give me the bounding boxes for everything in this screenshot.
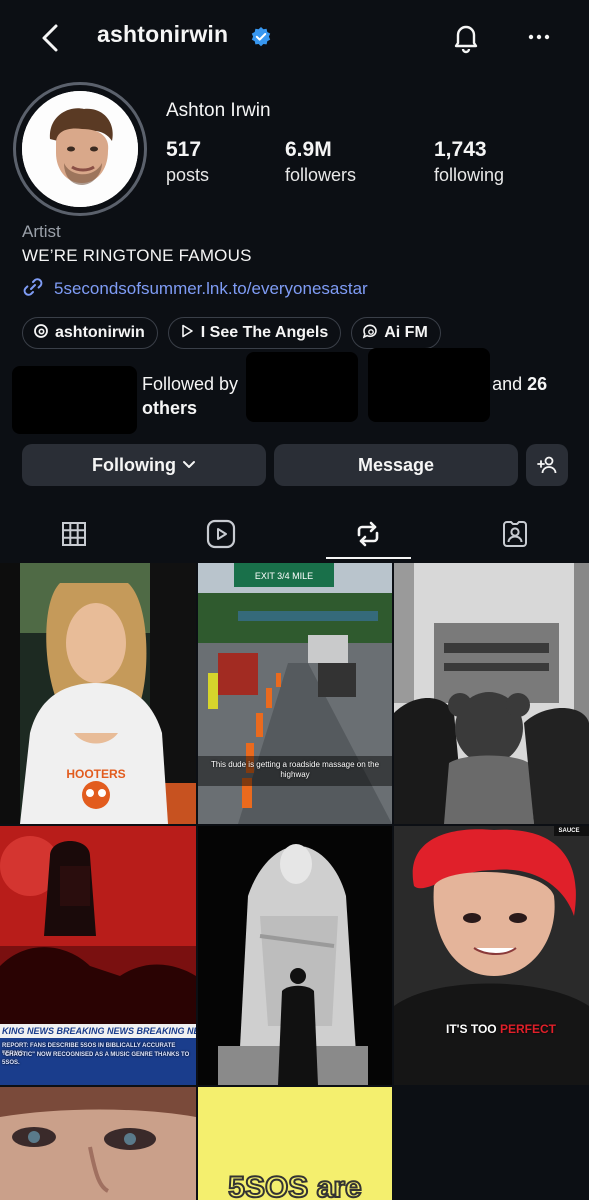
followers-count: 6.9M <box>285 138 332 161</box>
grid-post-6[interactable]: SAUCE IT'S TOO PERFECT <box>394 826 589 1085</box>
posts-count: 517 <box>166 138 202 161</box>
following-button[interactable]: Following <box>22 444 266 486</box>
profile-tabs <box>0 506 589 562</box>
too-perfect-caption: IT'S TOO PERFECT <box>446 1022 556 1036</box>
add-user-button[interactable] <box>526 444 568 486</box>
tab-reposts[interactable] <box>294 506 441 562</box>
more-options-icon[interactable] <box>524 24 554 50</box>
grid-post-2[interactable]: EXIT 3/4 MILE This dude is getting a roa… <box>198 563 392 824</box>
profile-chips: ashtonirwin I See The Angels Ai FM <box>22 317 441 349</box>
grid-post-8[interactable]: 5SOS are <box>198 1087 392 1200</box>
breaking-news-ticker: KING NEWS BREAKING NEWS BREAKING NEWS BR… <box>2 1026 196 1036</box>
tab-posts-grid[interactable] <box>0 506 147 562</box>
grid-post-3[interactable] <box>394 563 589 824</box>
link-icon <box>22 276 44 303</box>
followers-stat[interactable]: 6.9M followers <box>285 138 356 186</box>
followers-label: followers <box>285 165 357 185</box>
chevron-down-icon <box>182 460 196 470</box>
posts-stat[interactable]: 517 posts <box>166 138 209 186</box>
tagged-icon <box>500 519 530 549</box>
reposts-icon <box>353 519 383 549</box>
top-bar: ashtonirwin <box>0 0 589 76</box>
hooters-shirt-text: HOOTERS <box>66 767 125 781</box>
chip-broadcast[interactable]: Ai FM <box>351 317 441 349</box>
grid-post-5[interactable] <box>198 826 392 1085</box>
message-button-label: Message <box>357 454 435 475</box>
redacted-name-1 <box>246 352 358 422</box>
report-line-2: "CHAOTIC" NOW RECOGNISED AS A MUSIC GENR… <box>2 1052 190 1066</box>
followed-by-prefix: Followed by <box>142 374 239 394</box>
highway-sign-text: EXIT 3/4 MILE <box>255 571 313 581</box>
tab-tagged[interactable] <box>441 506 588 562</box>
following-button-label: Following <box>92 454 176 475</box>
followed-by-and: and <box>492 374 523 394</box>
profile-bio: WE’RE RINGTONE FAMOUS <box>22 246 252 265</box>
too-perfect-text-b: PERFECT <box>499 1022 556 1036</box>
redacted-avatars <box>12 366 137 434</box>
too-perfect-text-a: IT'S TOO <box>446 1022 497 1036</box>
chip-threads-label: ashtonirwin <box>55 324 145 341</box>
chip-threads[interactable]: ashtonirwin <box>22 317 158 349</box>
tab-reels[interactable] <box>147 506 294 562</box>
sauce-tag: SAUCE <box>558 828 580 834</box>
profile-category: Artist <box>22 222 61 241</box>
back-chevron-icon[interactable] <box>36 20 66 56</box>
display-name: Ashton Irwin <box>166 100 271 121</box>
grid-icon <box>61 521 87 547</box>
play-icon <box>179 323 201 344</box>
grid-post-4[interactable]: KING NEWS BREAKING NEWS BREAKING NEWS BR… <box>0 826 196 1085</box>
chip-music[interactable]: I See The Angels <box>167 317 342 349</box>
followed-by-count: 26 <box>527 374 548 394</box>
grid-post-1[interactable]: HOOTERS <box>0 563 196 824</box>
redacted-name-2 <box>368 348 490 422</box>
followed-by-others: others <box>142 398 198 418</box>
avatar[interactable] <box>22 91 138 207</box>
active-tab-indicator <box>326 557 411 559</box>
chip-broadcast-label: Ai FM <box>384 324 428 341</box>
following-count: 1,743 <box>434 138 487 161</box>
chip-music-label: I See The Angels <box>200 324 329 341</box>
following-label: following <box>434 165 505 185</box>
profile-username: ashtonirwin <box>97 21 229 47</box>
chat-bubble-icon <box>362 323 384 344</box>
add-user-icon <box>536 455 558 475</box>
threads-icon <box>33 323 55 344</box>
grid-post-7[interactable] <box>0 1087 196 1200</box>
fivesos-caption: 5SOS are <box>227 1170 362 1200</box>
profile-link[interactable]: 5secondsofsummer.lnk.to/everyonesastar <box>22 276 368 302</box>
following-stat[interactable]: 1,743 following <box>434 138 504 186</box>
posts-label: posts <box>166 165 210 185</box>
verified-badge-icon <box>250 26 272 48</box>
roadside-caption: This dude is getting a roadside massage … <box>210 760 380 779</box>
profile-link-text: 5secondsofsummer.lnk.to/everyonesastar <box>54 279 368 298</box>
reels-icon <box>206 519 236 549</box>
message-button[interactable]: Message <box>274 444 518 486</box>
notification-bell-icon[interactable] <box>449 20 483 54</box>
